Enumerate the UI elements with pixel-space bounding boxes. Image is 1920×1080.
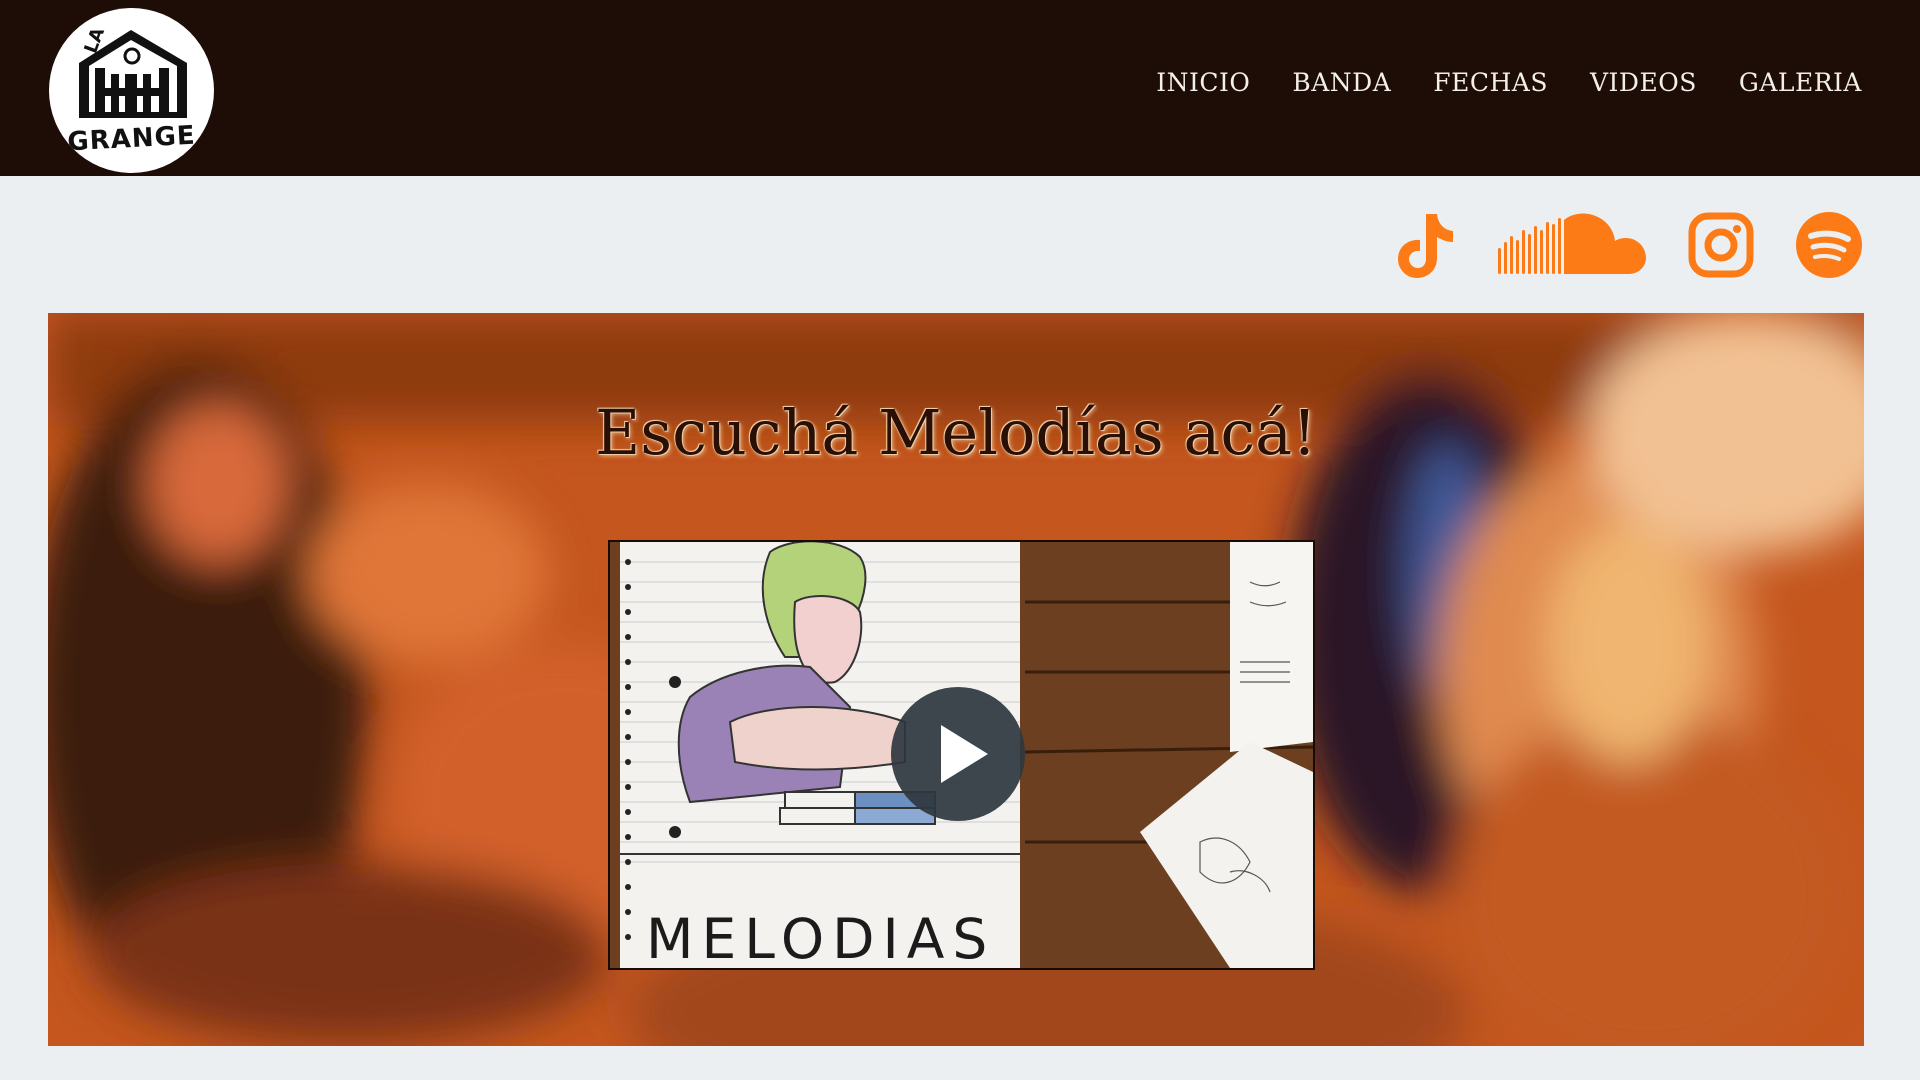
nav-item-fechas[interactable]: FECHAS [1433, 68, 1548, 97]
tiktok-icon [1398, 214, 1453, 278]
nav-item-banda[interactable]: BANDA [1292, 68, 1391, 97]
play-icon [941, 725, 988, 783]
instagram-link[interactable] [1688, 212, 1754, 278]
hero-section: Escuchá Melodías acá! MELODIAS [48, 313, 1864, 1046]
instagram-icon [1688, 212, 1754, 278]
nav-item-videos[interactable]: VIDEOS [1590, 68, 1697, 97]
soundcloud-link[interactable] [1498, 212, 1646, 278]
play-button[interactable] [891, 687, 1025, 821]
video-player[interactable]: MELODIAS [608, 540, 1315, 970]
spotify-icon [1796, 212, 1862, 278]
hero-title: Escuchá Melodías acá! [595, 396, 1317, 469]
nav-item-galeria[interactable]: GALERIA [1739, 68, 1862, 97]
site-header: LA GRANGE INICIO BANDA FECHAS VIDEOS GAL… [0, 0, 1920, 176]
nav-item-inicio[interactable]: INICIO [1156, 68, 1250, 97]
main-nav: INICIO BANDA FECHAS VIDEOS GALERIA [1156, 68, 1862, 97]
tiktok-link[interactable] [1396, 210, 1456, 280]
spotify-link[interactable] [1796, 212, 1862, 278]
video-thumbnail-caption: MELODIAS [646, 907, 996, 970]
soundcloud-icon [1498, 213, 1646, 274]
social-links [1396, 205, 1862, 285]
site-logo[interactable]: LA GRANGE [49, 8, 214, 173]
